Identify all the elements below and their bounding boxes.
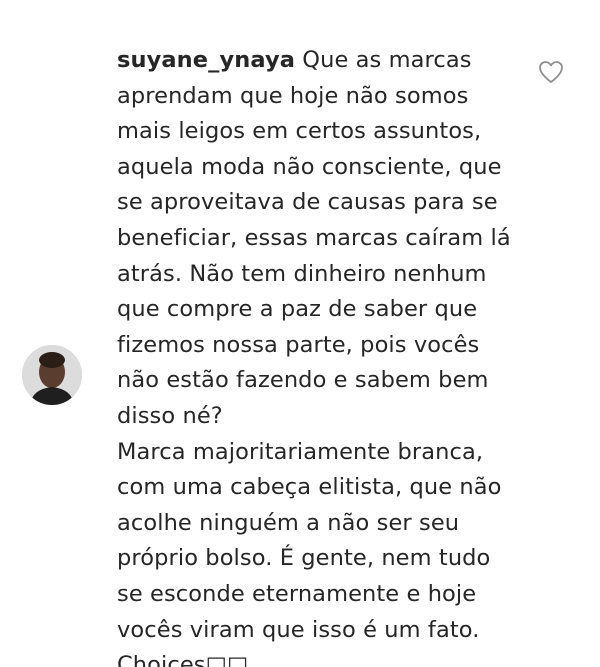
avatar[interactable]: [22, 345, 82, 405]
comment-body: suyane_ynaya Que as marcas aprendam que …: [117, 43, 537, 667]
heart-outline-icon: [539, 61, 563, 83]
comment-item: suyane_ynaya Que as marcas aprendam que …: [0, 0, 600, 667]
avatar-image: [22, 345, 82, 405]
like-button[interactable]: [538, 60, 564, 84]
comment-username[interactable]: suyane_ynaya: [117, 47, 295, 73]
comment-text: Que as marcas aprendam que hoje não somo…: [117, 47, 511, 667]
